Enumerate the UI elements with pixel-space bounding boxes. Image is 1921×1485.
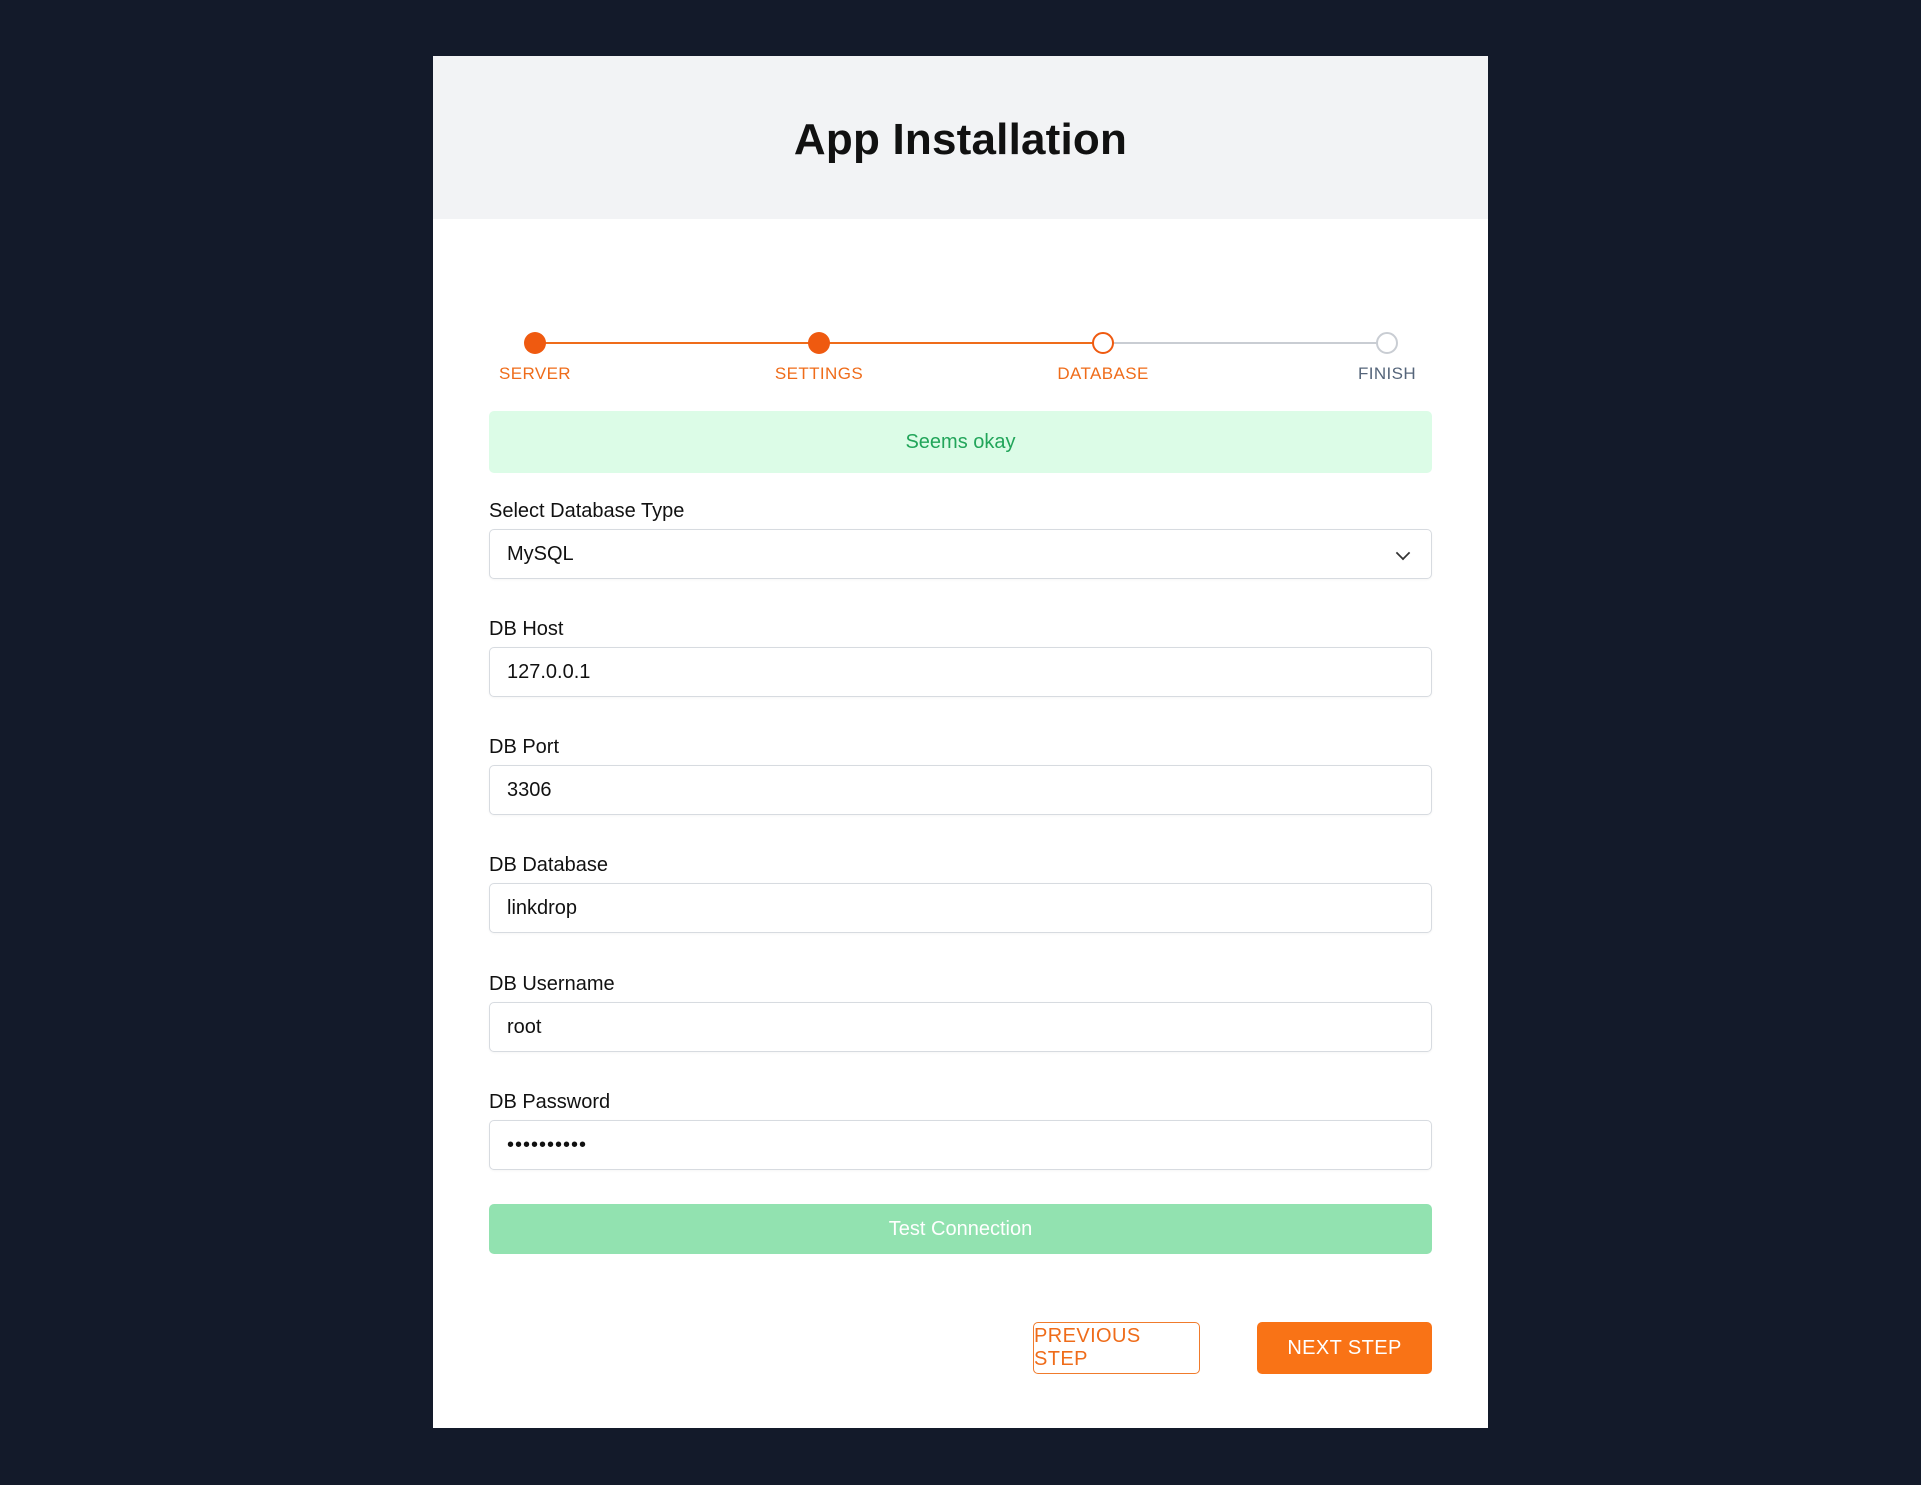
status-alert-text: Seems okay [905, 430, 1016, 453]
db-host-label: DB Host [489, 618, 564, 640]
db-password-input[interactable]: •••••••••• [489, 1120, 1432, 1170]
db-type-value: MySQL [507, 542, 574, 565]
db-password-value: •••••••••• [507, 1133, 588, 1156]
db-username-input[interactable]: root [489, 1002, 1432, 1052]
db-port-value: 3306 [507, 778, 552, 801]
step-label-database: DATABASE [1057, 364, 1149, 383]
db-host-input[interactable]: 127.0.0.1 [489, 647, 1432, 697]
db-type-select[interactable]: MySQL [489, 529, 1432, 579]
step-connector-3 [1103, 342, 1387, 344]
progress-stepper: SERVER SETTINGS DATABASE FINISH [433, 56, 1488, 383]
db-port-label: DB Port [489, 736, 560, 758]
db-port-input[interactable]: 3306 [489, 765, 1432, 815]
step-dot-database [1092, 332, 1114, 354]
step-label-server: SERVER [498, 364, 571, 383]
step-dot-finish [1376, 332, 1398, 354]
test-connection-button[interactable]: Test Connection [489, 1204, 1432, 1254]
step-label-settings: SETTINGS [774, 364, 864, 383]
db-database-value: linkdrop [507, 896, 578, 919]
step-dot-settings [808, 332, 830, 354]
previous-step-button[interactable]: PREVIOUS STEP [1033, 1322, 1200, 1374]
db-password-label: DB Password [489, 1091, 611, 1113]
step-label-finish: FINISH [1357, 364, 1417, 383]
db-database-input[interactable]: linkdrop [489, 883, 1432, 933]
step-connector-1 [535, 342, 819, 344]
status-alert: Seems okay [489, 411, 1432, 473]
next-step-button[interactable]: NEXT STEP [1257, 1322, 1432, 1374]
db-username-value: root [507, 1015, 542, 1038]
db-username-label: DB Username [489, 973, 615, 995]
db-database-label: DB Database [489, 854, 608, 876]
step-connector-2 [819, 342, 1103, 344]
step-dot-server [524, 332, 546, 354]
db-type-label: Select Database Type [489, 500, 685, 522]
chevron-down-icon [1395, 545, 1411, 561]
db-host-value: 127.0.0.1 [507, 660, 591, 683]
installer-card: App Installation SERVER SETTINGS DATABAS… [433, 56, 1488, 1428]
